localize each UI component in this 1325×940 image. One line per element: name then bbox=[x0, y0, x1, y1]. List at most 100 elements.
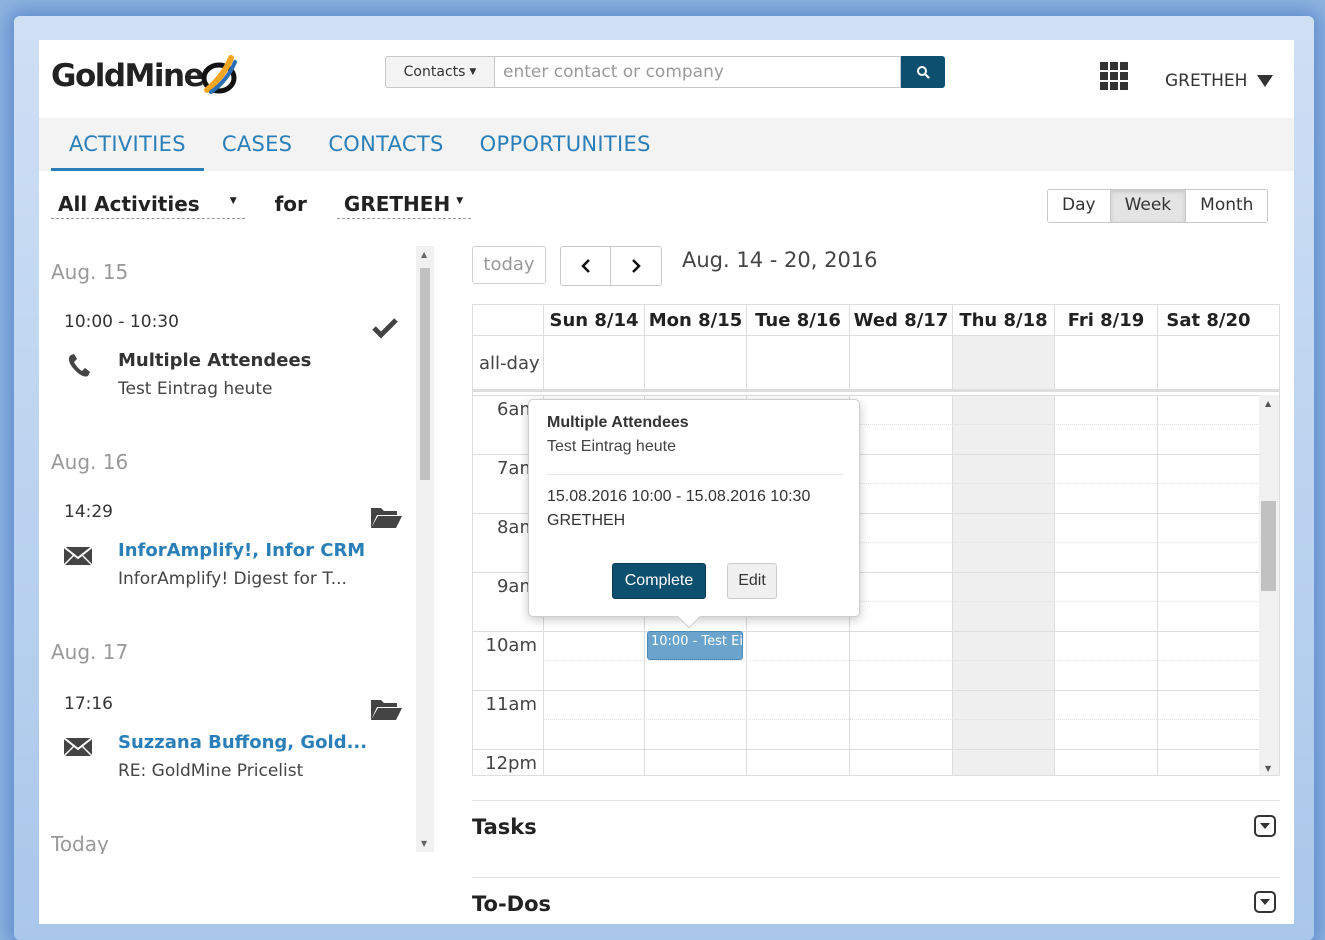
popover-datetime: 15.08.2016 10:00 - 15.08.2016 10:30 bbox=[547, 488, 811, 505]
caret-down-icon bbox=[1257, 75, 1274, 87]
calendar-nav bbox=[560, 246, 662, 286]
hour-label: 11am bbox=[485, 694, 537, 715]
chevron-left-icon bbox=[580, 259, 590, 273]
collapse-toggle-icon[interactable] bbox=[1254, 815, 1276, 837]
scroll-thumb[interactable] bbox=[1261, 501, 1276, 591]
logo-text: GoldMine bbox=[51, 58, 205, 94]
todos-panel: To-Dos bbox=[472, 877, 1280, 916]
search-button[interactable] bbox=[901, 56, 945, 88]
edit-button[interactable]: Edit bbox=[727, 563, 777, 599]
allday-label: all-day bbox=[479, 353, 540, 374]
chevron-right-icon bbox=[632, 259, 641, 273]
search-type-dropdown[interactable]: Contacts ▼ bbox=[385, 56, 495, 88]
search-type-label: Contacts bbox=[403, 64, 466, 80]
item-time: 14:29 bbox=[64, 502, 113, 522]
tab-activities[interactable]: ACTIVITIES bbox=[51, 118, 204, 171]
day-header-mon[interactable]: Mon 8/15 bbox=[644, 305, 746, 335]
filter-user-dropdown[interactable]: GRETHEH ▼ bbox=[336, 192, 472, 219]
item-time: 10:00 - 10:30 bbox=[64, 312, 179, 332]
item-title: Multiple Attendees bbox=[118, 350, 312, 371]
activity-filter: All Activities ▼ for GRETHEH ▼ bbox=[51, 192, 472, 219]
activity-type-label: All Activities bbox=[58, 192, 200, 216]
view-switcher: Day Week Month bbox=[1047, 189, 1269, 223]
date-header: Today bbox=[51, 832, 109, 854]
caret-down-icon: ▼ bbox=[469, 67, 477, 77]
day-header-fri[interactable]: Fri 8/19 bbox=[1054, 305, 1157, 335]
tasks-title: Tasks bbox=[472, 815, 537, 839]
scroll-up-icon[interactable]: ▲ bbox=[1265, 399, 1271, 408]
prev-week-button[interactable] bbox=[561, 247, 611, 285]
date-header: Aug. 16 bbox=[51, 450, 129, 474]
tasks-panel: Tasks bbox=[472, 800, 1280, 839]
day-header-thu[interactable]: Thu 8/18 bbox=[952, 305, 1054, 335]
complete-button[interactable]: Complete bbox=[612, 563, 706, 599]
tab-contacts[interactable]: CONTACTS bbox=[310, 118, 461, 171]
allday-cell[interactable] bbox=[644, 336, 746, 389]
activity-list: Aug. 15 10:00 - 10:30 Multiple Attendees… bbox=[51, 246, 423, 854]
search-icon bbox=[917, 66, 930, 79]
tab-cases[interactable]: CASES bbox=[204, 118, 310, 171]
goldmine-app: GoldMine Contacts ▼ GRETHEH ACTIVITIES bbox=[39, 40, 1294, 924]
filter-user-label: GRETHEH bbox=[343, 192, 451, 216]
item-subtitle: InforAmplify! Digest for T... bbox=[118, 569, 347, 589]
scroll-up-icon[interactable]: ▲ bbox=[421, 250, 427, 259]
view-day-button[interactable]: Day bbox=[1048, 190, 1111, 222]
scroll-down-icon[interactable]: ▼ bbox=[421, 839, 427, 848]
today-button[interactable]: today bbox=[472, 246, 546, 284]
view-month-button[interactable]: Month bbox=[1186, 190, 1268, 222]
caret-down-icon: ▼ bbox=[229, 196, 237, 206]
folder-icon[interactable] bbox=[369, 696, 403, 722]
allday-cell[interactable] bbox=[1054, 336, 1157, 389]
allday-cell[interactable] bbox=[849, 336, 952, 389]
app-grid-icon[interactable] bbox=[1100, 62, 1128, 90]
calendar-day-headers: Sun 8/14 Mon 8/15 Tue 8/16 Wed 8/17 Thu … bbox=[473, 305, 1279, 336]
next-week-button[interactable] bbox=[611, 247, 661, 285]
tab-opportunities[interactable]: OPPORTUNITIES bbox=[462, 118, 669, 171]
scroll-down-icon[interactable]: ▼ bbox=[1265, 764, 1271, 773]
activity-type-dropdown[interactable]: All Activities ▼ bbox=[51, 192, 245, 219]
for-label: for bbox=[274, 192, 307, 216]
calendar-scrollbar[interactable]: ▲ ▼ bbox=[1259, 395, 1279, 775]
allday-cell[interactable] bbox=[543, 336, 644, 389]
item-title-link[interactable]: InforAmplify!, Infor CRM bbox=[118, 540, 365, 561]
allday-cell[interactable] bbox=[746, 336, 849, 389]
popover-subtitle: Test Eintrag heute bbox=[547, 438, 676, 455]
allday-row: all-day bbox=[473, 336, 1279, 392]
date-header: Aug. 15 bbox=[51, 260, 129, 284]
day-header-tue[interactable]: Tue 8/16 bbox=[746, 305, 849, 335]
scroll-thumb[interactable] bbox=[420, 268, 430, 480]
user-menu[interactable]: GRETHEH bbox=[1165, 71, 1274, 91]
user-name: GRETHEH bbox=[1165, 71, 1248, 91]
event-popover: Multiple Attendees Test Eintrag heute 15… bbox=[528, 399, 860, 629]
logo-swirl-icon bbox=[201, 55, 237, 94]
folder-icon[interactable] bbox=[369, 504, 403, 530]
view-week-button[interactable]: Week bbox=[1110, 190, 1187, 222]
activity-list-scrollbar[interactable]: ▲ ▼ bbox=[416, 246, 434, 852]
item-subtitle: Test Eintrag heute bbox=[118, 379, 273, 399]
item-time: 17:16 bbox=[64, 694, 113, 714]
search-bar: Contacts ▼ bbox=[385, 56, 945, 88]
item-title-link[interactable]: Suzzana Buffong, Gold... bbox=[118, 732, 367, 753]
popover-title: Multiple Attendees bbox=[547, 414, 689, 431]
checkmark-icon[interactable] bbox=[371, 316, 399, 340]
caret-down-icon: ▼ bbox=[456, 196, 464, 206]
phone-icon bbox=[68, 354, 90, 377]
day-header-wed[interactable]: Wed 8/17 bbox=[849, 305, 952, 335]
todos-title: To-Dos bbox=[472, 892, 552, 916]
collapse-toggle-icon[interactable] bbox=[1254, 891, 1276, 913]
envelope-icon bbox=[63, 546, 93, 566]
hour-label: 12pm bbox=[485, 753, 537, 774]
day-header-sat[interactable]: Sat 8/20 bbox=[1157, 305, 1259, 335]
allday-cell[interactable] bbox=[1157, 336, 1259, 389]
item-subtitle: RE: GoldMine Pricelist bbox=[118, 761, 304, 781]
main-nav: ACTIVITIES CASES CONTACTS OPPORTUNITIES bbox=[39, 118, 1294, 171]
envelope-icon bbox=[63, 737, 93, 757]
day-header-sun[interactable]: Sun 8/14 bbox=[543, 305, 644, 335]
allday-cell[interactable] bbox=[952, 336, 1054, 389]
hour-label: 10am bbox=[485, 635, 537, 656]
search-input[interactable] bbox=[495, 56, 901, 88]
date-header: Aug. 17 bbox=[51, 640, 129, 664]
calendar-event[interactable]: 10:00 - Test Eintrag heute bbox=[647, 631, 743, 660]
popover-user: GRETHEH bbox=[547, 512, 626, 529]
calendar-range-title: Aug. 14 - 20, 2016 bbox=[682, 248, 878, 272]
